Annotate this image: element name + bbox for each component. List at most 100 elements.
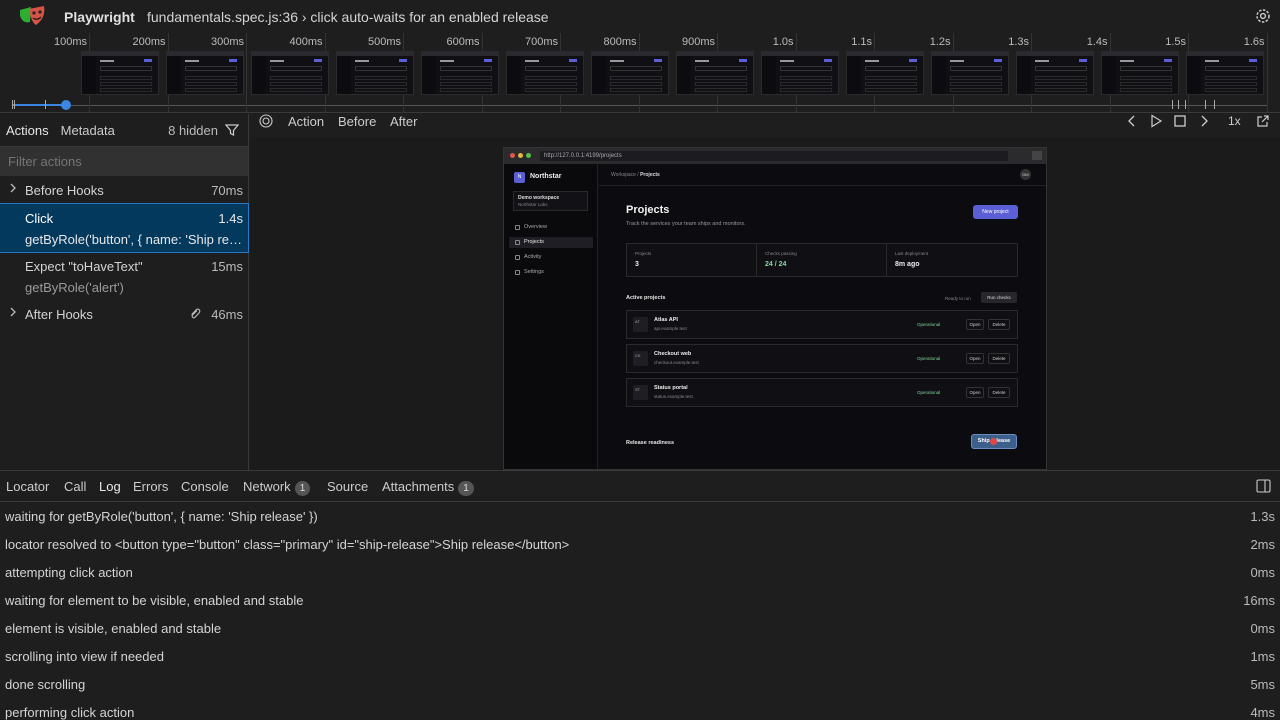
stats-card: Projects 3 Checks passing 24 / 24 Last dep… — [626, 243, 1018, 277]
filter-icon[interactable] — [225, 123, 239, 137]
breadcrumb-current: Projects — [640, 172, 660, 178]
timeline-tick-label: 700ms — [524, 36, 558, 48]
new-project-button: New project — [973, 205, 1018, 219]
timeline-tick-line — [1266, 33, 1268, 113]
stat-deployment: Last deployment 8m ago — [887, 244, 1017, 276]
timeline-thumbnail[interactable] — [421, 51, 499, 95]
timeline-marker — [1205, 100, 1206, 109]
timeline-thumbnail[interactable] — [1186, 51, 1264, 95]
log-time: 4ms — [1250, 705, 1275, 720]
tab-label: Attachments — [382, 479, 455, 494]
timeline-thumbnail[interactable] — [1101, 51, 1179, 95]
tab-label: Network — [243, 479, 291, 494]
chevron-right-icon[interactable] — [8, 305, 18, 319]
play-icon[interactable] — [1149, 114, 1163, 128]
page-title: Projects — [626, 204, 670, 216]
attachment-icon — [191, 308, 201, 319]
page-subtitle: Track the services your team ships and m… — [626, 221, 746, 227]
log-text: performing click action — [5, 705, 135, 720]
stat-label: Last deployment — [895, 251, 929, 256]
tab-console[interactable]: Console — [181, 479, 229, 494]
tab-before[interactable]: Before — [338, 114, 376, 129]
toggle-sidebar-icon[interactable] — [1256, 479, 1271, 493]
section-title: Active projects — [626, 295, 666, 301]
chevron-right-icon[interactable] — [1197, 114, 1211, 128]
tab-attachments[interactable]: Attachments 1 — [382, 479, 474, 496]
filter-actions-input[interactable] — [0, 147, 248, 176]
settings-gear-icon[interactable] — [1254, 7, 1272, 25]
timeline-thumbnail[interactable] — [81, 51, 159, 95]
tab-call[interactable]: Call — [64, 479, 86, 494]
timeline-marker — [1178, 100, 1179, 109]
log-entry: waiting for element to be visible, enabl… — [5, 593, 1275, 608]
tab-errors[interactable]: Errors — [133, 479, 168, 494]
status-badge: Operational — [917, 322, 941, 327]
stat-value: 3 — [635, 261, 639, 268]
timeline[interactable]: 100ms 200ms 300ms 400ms 500ms 600ms 700ms 800ms… — [0, 33, 1280, 113]
pick-locator-icon[interactable] — [259, 114, 273, 128]
timeline-thumbnail[interactable] — [251, 51, 329, 95]
tab-actions[interactable]: Actions — [0, 114, 55, 147]
log-time: 2ms — [1250, 537, 1275, 552]
action-after-hooks[interactable]: After Hooks 46ms — [0, 300, 248, 328]
timeline-thumbnail[interactable] — [166, 51, 244, 95]
timeline-thumbnail[interactable] — [676, 51, 754, 95]
delete-button: Delete — [988, 319, 1010, 330]
timeline-selection — [12, 104, 66, 106]
timeline-tick-label: 300ms — [210, 36, 244, 48]
actions-tabs: Actions Metadata 8 hidden — [0, 114, 248, 147]
action-selector: getByRole('alert') — [25, 280, 124, 295]
project-row: CK Checkout web checkout.example.test Op… — [626, 344, 1018, 373]
tab-log[interactable]: Log — [99, 479, 121, 494]
tab-label: Errors — [133, 479, 169, 494]
nav-label: Overview — [524, 224, 547, 230]
log-entry: element is visible, enabled and stable 0m… — [5, 621, 1275, 636]
project-icon: AT — [633, 317, 648, 332]
action-before-hooks[interactable]: Before Hooks 70ms — [0, 176, 248, 204]
tab-source[interactable]: Source — [327, 479, 368, 494]
project-name: Checkout web — [654, 351, 692, 357]
timeline-thumbnail[interactable] — [1016, 51, 1094, 95]
timeline-thumbnail[interactable] — [591, 51, 669, 95]
project-host: status.example.test — [654, 394, 693, 399]
action-click[interactable]: Click 1.4s getByRole('button', { name: '… — [0, 203, 249, 253]
log-time: 0ms — [1250, 621, 1275, 636]
project-host: checkout.example.test — [654, 360, 699, 365]
open-external-icon[interactable] — [1256, 114, 1270, 128]
log-time: 5ms — [1250, 677, 1275, 692]
timeline-thumbnail[interactable] — [336, 51, 414, 95]
action-duration: 15ms — [211, 259, 243, 274]
timeline-thumbnail[interactable] — [931, 51, 1009, 95]
nav-overview: Overview — [509, 222, 593, 233]
status-badge: Operational — [917, 390, 941, 395]
nav-label: Projects — [524, 239, 544, 245]
nav-projects: Projects — [509, 237, 593, 248]
stop-icon[interactable] — [1173, 114, 1187, 128]
log-entry: locator resolved to <button type="button… — [5, 537, 1275, 552]
timeline-marker — [1185, 100, 1186, 109]
timeline-thumbnail[interactable] — [846, 51, 924, 95]
test-title: fundamentals.spec.js:36 › click auto-wai… — [147, 9, 549, 25]
project-name: Atlas API — [654, 317, 678, 323]
tab-after[interactable]: After — [390, 114, 417, 129]
timeline-thumbnail[interactable] — [761, 51, 839, 95]
timeline-track[interactable] — [12, 105, 1268, 106]
tab-metadata[interactable]: Metadata — [55, 114, 121, 147]
nav-label: Settings — [524, 269, 544, 275]
tab-locator[interactable]: Locator — [6, 479, 49, 494]
timeline-tick-label: 200ms — [132, 36, 166, 48]
playback-speed[interactable]: 1x — [1228, 114, 1241, 128]
action-expect[interactable]: Expect "toHaveText" 15ms getByRole('aler… — [0, 252, 248, 300]
app-main: Workspace / Projects DM Projects Track t… — [599, 164, 1046, 469]
log-text: scrolling into view if needed — [5, 649, 164, 664]
chevron-left-icon[interactable] — [1125, 114, 1139, 128]
timeline-scrub-handle[interactable] — [61, 100, 71, 110]
log-text: attempting click action — [5, 565, 133, 580]
log-entry: waiting for getByRole('button', { name: … — [5, 509, 1275, 524]
timeline-thumbnail[interactable] — [506, 51, 584, 95]
chevron-right-icon[interactable] — [8, 181, 18, 195]
tab-network[interactable]: Network 1 — [243, 479, 311, 496]
tab-action[interactable]: Action — [288, 114, 324, 129]
details-panel: Locator Call Log Errors Console Network 1 Sourc… — [0, 470, 1280, 720]
timeline-marker — [45, 100, 46, 109]
